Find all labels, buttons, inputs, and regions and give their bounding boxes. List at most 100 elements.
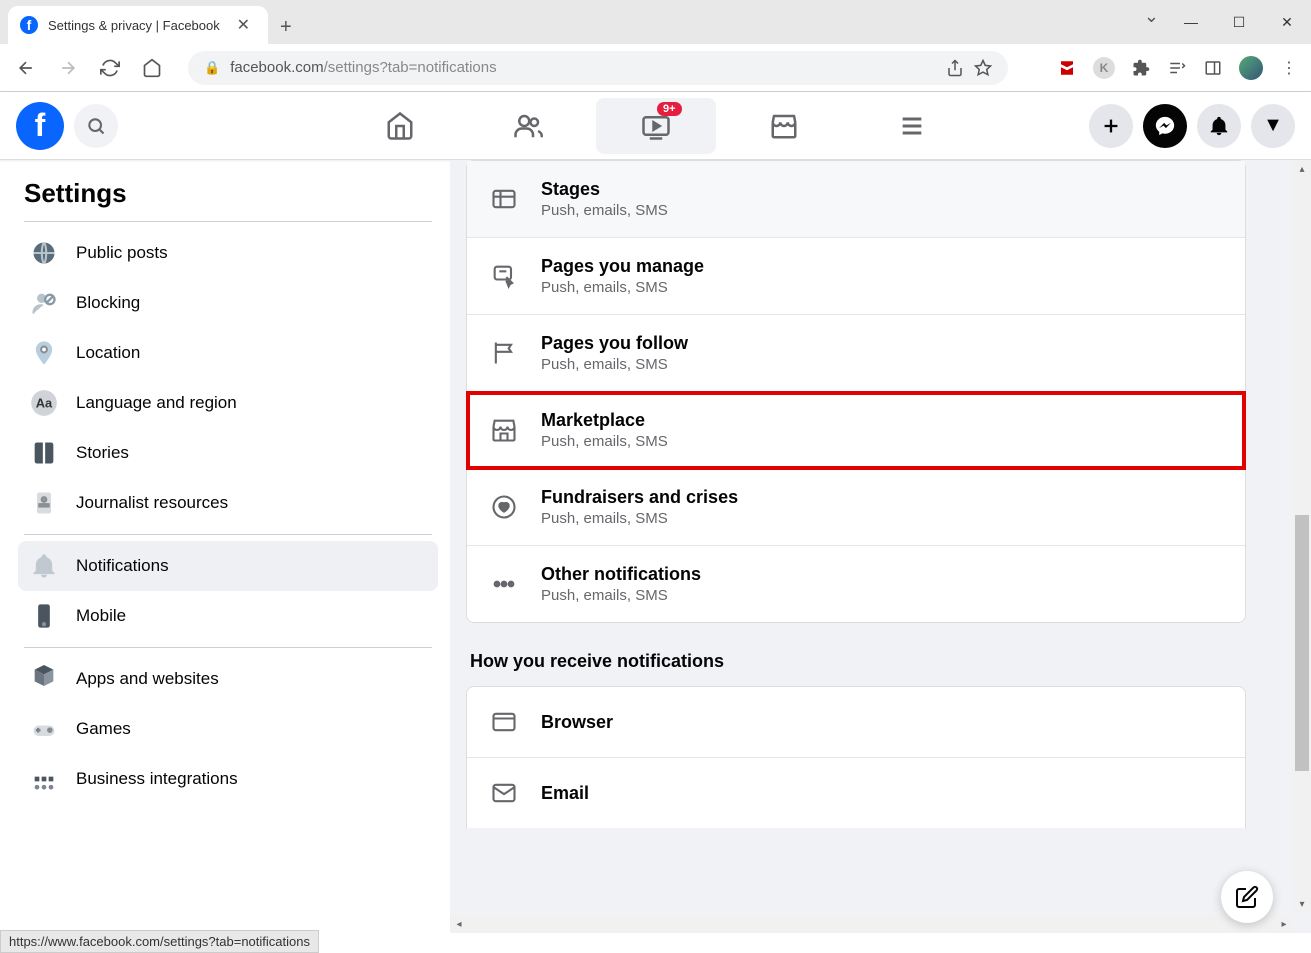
notif-row-browser[interactable]: Browser	[467, 687, 1245, 758]
row-subtitle: Push, emails, SMS	[541, 433, 668, 450]
facebook-favicon: f	[20, 16, 38, 34]
sidebar-item-public-posts[interactable]: Public posts	[18, 228, 438, 278]
row-title: Pages you follow	[541, 333, 688, 354]
sidebar-item-label: Apps and websites	[76, 669, 219, 689]
share-icon[interactable]	[946, 59, 964, 77]
forward-button[interactable]	[54, 54, 82, 82]
divider	[24, 221, 432, 222]
row-subtitle: Push, emails, SMS	[541, 587, 701, 604]
nav-friends[interactable]	[468, 98, 588, 154]
side-panel-icon[interactable]	[1203, 58, 1223, 78]
reload-button[interactable]	[96, 54, 124, 82]
notif-row-email[interactable]: Email	[467, 758, 1245, 828]
sidebar-item-label: Games	[76, 719, 131, 739]
notification-prefs-card: StagesPush, emails, SMSPages you manageP…	[466, 160, 1246, 623]
flag-icon	[487, 336, 521, 370]
sidebar-item-mobile[interactable]: Mobile	[18, 591, 438, 641]
status-bar: https://www.facebook.com/settings?tab=no…	[0, 930, 319, 953]
vertical-scrollbar[interactable]: ▴ ▾	[1293, 160, 1311, 913]
games-icon	[26, 711, 62, 747]
scroll-right-arrow[interactable]: ▸	[1275, 915, 1293, 933]
create-button[interactable]	[1089, 104, 1133, 148]
address-bar[interactable]: 🔒 facebook.com/settings?tab=notification…	[188, 51, 1008, 85]
row-title: Pages you manage	[541, 256, 704, 277]
mcafee-extension-icon[interactable]	[1057, 58, 1077, 78]
sidebar-item-label: Location	[76, 343, 140, 363]
scroll-thumb[interactable]	[1295, 515, 1309, 771]
nav-menu[interactable]	[852, 98, 972, 154]
grid-icon	[487, 182, 521, 216]
notif-row-pages-you-manage[interactable]: Pages you manage Push, emails, SMS	[467, 238, 1245, 315]
browser-toolbar: 🔒 facebook.com/settings?tab=notification…	[0, 44, 1311, 91]
sidebar-item-label: Stories	[76, 443, 129, 463]
sidebar-title: Settings	[18, 170, 438, 221]
new-tab-button[interactable]: +	[280, 16, 292, 39]
facebook-header: f 9+ ▼	[0, 92, 1311, 160]
sidebar-item-language-and-region[interactable]: AaLanguage and region	[18, 378, 438, 428]
profile-avatar[interactable]	[1239, 56, 1263, 80]
row-title: Other notifications	[541, 564, 701, 585]
sidebar-item-stories[interactable]: Stories	[18, 428, 438, 478]
minimize-button[interactable]: —	[1167, 6, 1215, 38]
sidebar-item-journalist-resources[interactable]: Journalist resources	[18, 478, 438, 528]
notif-row-marketplace[interactable]: MarketplacePush, emails, SMS	[467, 392, 1245, 469]
nav-watch[interactable]: 9+	[596, 98, 716, 154]
tabs-dropdown-icon[interactable]: ⌄	[1144, 6, 1159, 38]
menu-icon[interactable]: ⋮	[1279, 58, 1299, 78]
nav-marketplace[interactable]	[724, 98, 844, 154]
globe-icon	[26, 235, 62, 271]
page-content: Settings Public posts Blocking Location AaL…	[0, 160, 1311, 933]
scroll-down-arrow[interactable]: ▾	[1293, 895, 1311, 913]
browser-tab[interactable]: f Settings & privacy | Facebook ✕	[8, 6, 268, 44]
bookmark-icon[interactable]	[974, 59, 992, 77]
scroll-up-arrow[interactable]: ▴	[1293, 160, 1311, 178]
sidebar-item-games[interactable]: Games	[18, 704, 438, 754]
sidebar-item-notifications[interactable]: Notifications	[18, 541, 438, 591]
row-subtitle: Push, emails, SMS	[541, 279, 704, 296]
notif-row-fundraisers-and-crises[interactable]: Fundraisers and crisesPush, emails, SMS	[467, 469, 1245, 546]
account-button[interactable]: ▼	[1251, 104, 1295, 148]
close-tab-icon[interactable]: ✕	[231, 15, 256, 35]
row-title: Stages	[541, 179, 668, 200]
extension-k-icon[interactable]: K	[1093, 57, 1115, 79]
row-subtitle: Push, emails, SMS	[541, 202, 668, 219]
extensions-icon[interactable]	[1131, 58, 1151, 78]
sidebar-item-blocking[interactable]: Blocking	[18, 278, 438, 328]
facebook-logo[interactable]: f	[16, 102, 64, 150]
compose-fab[interactable]	[1221, 871, 1273, 923]
divider	[24, 534, 432, 535]
pin-icon	[26, 335, 62, 371]
url-text: facebook.com/settings?tab=notifications	[230, 59, 936, 76]
search-button[interactable]	[74, 104, 118, 148]
sidebar-item-location[interactable]: Location	[18, 328, 438, 378]
dots-icon	[487, 567, 521, 601]
reading-list-icon[interactable]	[1167, 58, 1187, 78]
row-subtitle: Push, emails, SMS	[541, 510, 738, 527]
home-button[interactable]	[138, 54, 166, 82]
sidebar-item-label: Notifications	[76, 556, 169, 576]
horizontal-scrollbar[interactable]: ◂ ▸	[450, 915, 1293, 933]
maximize-button[interactable]: ☐	[1215, 6, 1263, 38]
toolbar-right-icons: K ⋮	[1057, 56, 1299, 80]
messenger-button[interactable]	[1143, 104, 1187, 148]
sidebar-item-label: Blocking	[76, 293, 140, 313]
notif-row-pages-you-follow[interactable]: Pages you followPush, emails, SMS	[467, 315, 1245, 392]
biz-icon	[26, 761, 62, 797]
notifications-button[interactable]	[1197, 104, 1241, 148]
receive-methods-card: BrowserEmail	[466, 686, 1246, 828]
sidebar-item-apps-and-websites[interactable]: Apps and websites	[18, 654, 438, 704]
mobile-icon	[26, 598, 62, 634]
window-icon	[487, 705, 521, 739]
scroll-left-arrow[interactable]: ◂	[450, 915, 468, 933]
aa-icon: Aa	[26, 385, 62, 421]
back-button[interactable]	[12, 54, 40, 82]
nav-home[interactable]	[340, 98, 460, 154]
sidebar-item-business-integrations[interactable]: Business integrations	[18, 754, 438, 804]
notif-row-stages[interactable]: Stages Push, emails, SMS	[467, 161, 1245, 238]
notif-row-other-notifications[interactable]: Other notifications Push, emails, SMS	[467, 546, 1245, 622]
settings-sidebar: Settings Public posts Blocking Location AaL…	[0, 160, 450, 933]
sidebar-item-label: Public posts	[76, 243, 168, 263]
svg-text:Aa: Aa	[36, 396, 53, 411]
close-window-button[interactable]: ✕	[1263, 6, 1311, 38]
facebook-center-nav: 9+	[340, 98, 972, 154]
